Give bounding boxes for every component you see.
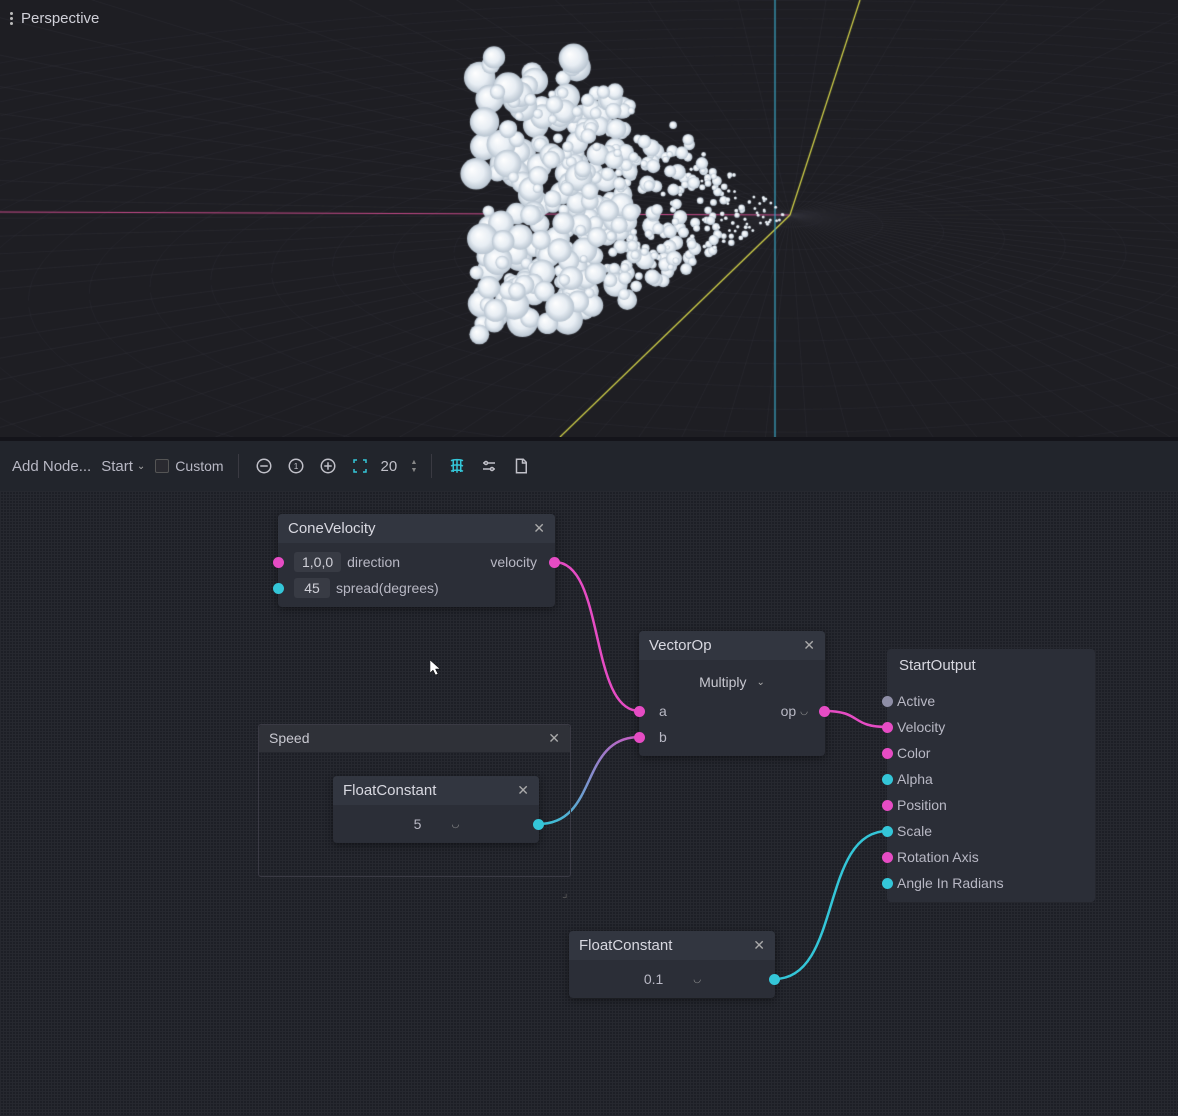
close-icon[interactable]: ✕ bbox=[517, 782, 529, 799]
document-icon[interactable] bbox=[510, 455, 532, 477]
port-velocity-out[interactable] bbox=[549, 557, 560, 568]
node-graph[interactable]: ConeVelocity✕ 1,0,0 direction velocity 4… bbox=[0, 491, 1178, 1116]
port-in[interactable] bbox=[882, 826, 893, 837]
node-title: ConeVelocity bbox=[288, 520, 376, 537]
port-in[interactable] bbox=[882, 878, 893, 889]
node-title: FloatConstant bbox=[343, 782, 436, 799]
frame-stepper[interactable]: ▲▼ bbox=[411, 459, 418, 474]
float-value[interactable]: 0.1 bbox=[644, 971, 663, 987]
frame-value[interactable]: 20 bbox=[381, 458, 401, 475]
output-port-color[interactable]: Color bbox=[887, 740, 1095, 766]
viewport-title: Perspective bbox=[21, 10, 99, 27]
output-port-velocity[interactable]: Velocity bbox=[887, 714, 1095, 740]
frame-icon[interactable] bbox=[349, 455, 371, 477]
port-out[interactable] bbox=[533, 819, 544, 830]
node-start-output[interactable]: StartOutput ActiveVelocityColorAlphaPosi… bbox=[887, 649, 1095, 902]
viewport-3d[interactable]: Perspective bbox=[0, 0, 1178, 437]
port-in[interactable] bbox=[882, 696, 893, 707]
output-port-position[interactable]: Position bbox=[887, 792, 1095, 818]
output-port-rotation-axis[interactable]: Rotation Axis bbox=[887, 844, 1095, 870]
node-float-constant-1[interactable]: FloatConstant ✕ 5 ◡ bbox=[333, 776, 539, 843]
port-in[interactable] bbox=[882, 800, 893, 811]
expand-handle-icon[interactable]: ◡ bbox=[693, 974, 700, 985]
output-port-scale[interactable]: Scale bbox=[887, 818, 1095, 844]
settings-icon[interactable] bbox=[478, 455, 500, 477]
svg-text:1: 1 bbox=[293, 462, 298, 471]
output-port-angle-in-radians[interactable]: Angle In Radians bbox=[887, 870, 1095, 896]
add-node-button[interactable]: Add Node... bbox=[12, 458, 91, 475]
start-dropdown[interactable]: Start⌄ bbox=[101, 458, 145, 475]
node-vector-op[interactable]: VectorOp✕ Multiply⌄ a op ◡ b bbox=[639, 631, 825, 756]
port-in[interactable] bbox=[882, 852, 893, 863]
direction-field[interactable]: 1,0,0 bbox=[294, 552, 341, 572]
node-cone-velocity[interactable]: ConeVelocity✕ 1,0,0 direction velocity 4… bbox=[278, 514, 555, 607]
float-value[interactable]: 5 bbox=[414, 816, 422, 832]
port-in[interactable] bbox=[882, 748, 893, 759]
custom-checkbox[interactable] bbox=[155, 459, 169, 473]
close-icon[interactable]: ✕ bbox=[548, 730, 560, 747]
close-icon[interactable]: ✕ bbox=[753, 937, 765, 954]
port-in[interactable] bbox=[882, 774, 893, 785]
port-a-in[interactable] bbox=[634, 706, 645, 717]
close-icon[interactable]: ✕ bbox=[533, 520, 545, 537]
corner-marker: ⌟ bbox=[562, 886, 568, 900]
graph-toolbar: Add Node... Start⌄ Custom 1 20 ▲▼ bbox=[0, 437, 1178, 491]
port-b-in[interactable] bbox=[634, 732, 645, 743]
port-in[interactable] bbox=[882, 722, 893, 733]
output-port-active[interactable]: Active bbox=[887, 688, 1095, 714]
output-port-alpha[interactable]: Alpha bbox=[887, 766, 1095, 792]
custom-label: Custom bbox=[175, 458, 223, 474]
node-title: FloatConstant bbox=[579, 937, 672, 954]
port-op-out[interactable] bbox=[819, 706, 830, 717]
particle-canvas bbox=[0, 0, 1178, 437]
expand-handle-icon[interactable]: ◡ bbox=[451, 819, 458, 830]
operation-dropdown[interactable]: Multiply⌄ bbox=[649, 670, 815, 694]
expand-handle-icon[interactable]: ◡ bbox=[800, 706, 807, 717]
zoom-in-icon[interactable] bbox=[317, 455, 339, 477]
node-float-constant-2[interactable]: FloatConstant ✕ 0.1 ◡ bbox=[569, 931, 775, 998]
node-title: StartOutput bbox=[899, 657, 976, 674]
zoom-out-icon[interactable] bbox=[253, 455, 275, 477]
viewport-menu-icon[interactable] bbox=[10, 12, 13, 25]
port-spread-in[interactable] bbox=[273, 583, 284, 594]
port-direction-in[interactable] bbox=[273, 557, 284, 568]
spread-field[interactable]: 45 bbox=[294, 578, 330, 598]
port-out[interactable] bbox=[769, 974, 780, 985]
node-title: VectorOp bbox=[649, 637, 712, 654]
group-title: Speed bbox=[269, 730, 309, 747]
grid-icon[interactable] bbox=[446, 455, 468, 477]
zoom-reset-icon[interactable]: 1 bbox=[285, 455, 307, 477]
close-icon[interactable]: ✕ bbox=[803, 637, 815, 654]
